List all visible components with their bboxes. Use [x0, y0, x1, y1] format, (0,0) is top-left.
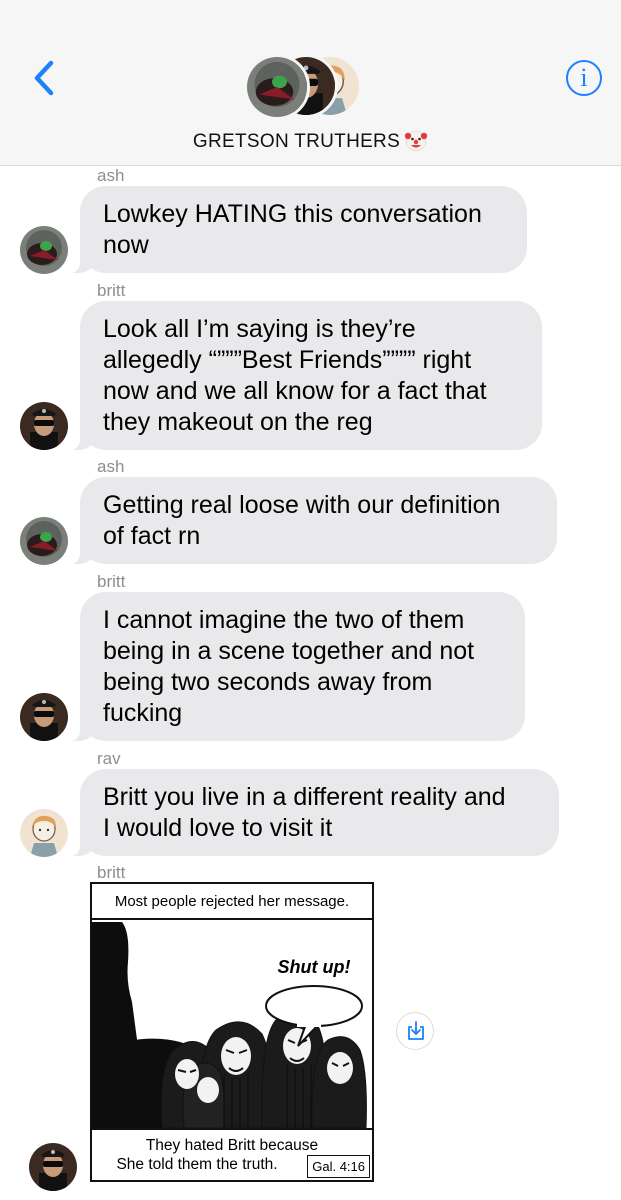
meme-speech-text: Shut up!	[277, 957, 351, 977]
sender-label: britt	[97, 281, 126, 300]
sender-label: ash	[97, 457, 125, 476]
message-bubble[interactable]: Lowkey HATING this conversation now	[70, 186, 527, 273]
sender-label: rav	[97, 749, 121, 768]
message-line: I cannot imagine the two of them	[103, 606, 465, 634]
message-line: Getting real loose with our definition	[103, 491, 501, 519]
group-member-avatar-ash	[244, 54, 310, 120]
message-line: now	[103, 231, 149, 259]
message-line: Lowkey HATING this conversation	[103, 200, 482, 228]
sender-label: britt	[97, 863, 126, 882]
clown-face-emoji-icon	[404, 130, 428, 152]
save-image-icon	[408, 1021, 424, 1040]
message-line: fucking	[103, 699, 183, 727]
avatar-ash[interactable]	[20, 226, 68, 274]
meme-top-caption: Most people rejected her message.	[92, 884, 372, 920]
meme-bottom-line-1: They hated Britt because	[145, 1137, 319, 1154]
group-avatar-stack[interactable]	[244, 52, 374, 122]
message-bubble[interactable]: Getting real loose with our definition o…	[70, 477, 557, 564]
chevron-left-icon	[34, 60, 54, 96]
avatar-britt[interactable]	[29, 1143, 77, 1191]
image-attachment[interactable]: Most people rejected her message. Shut u…	[90, 882, 374, 1182]
group-name[interactable]: GRETSON TRUTHERS	[0, 128, 621, 153]
conversation-header: i GRETSON TRUTHERS	[0, 0, 621, 166]
meme-bottom-caption: They hated Britt because She told them t…	[92, 1128, 372, 1180]
message-line: Look all I’m saying is they’re	[103, 315, 416, 343]
meme-reference: Gal. 4:16	[307, 1155, 370, 1178]
message-line: they makeout on the reg	[103, 408, 373, 436]
group-name-text: GRETSON TRUTHERS	[192, 131, 401, 152]
back-button[interactable]	[30, 58, 60, 98]
message-bubble[interactable]: Britt you live in a different reality an…	[70, 769, 559, 856]
message-line: Britt you live in a different reality an…	[103, 783, 506, 811]
info-icon: i	[580, 63, 588, 92]
avatar-ash[interactable]	[20, 517, 68, 565]
avatar-britt[interactable]	[20, 402, 68, 450]
message-line: allegedly “”””Best Friends”””” right	[103, 346, 472, 374]
save-image-button[interactable]	[396, 1012, 434, 1050]
sender-label: britt	[97, 572, 126, 591]
info-button[interactable]: i	[566, 60, 602, 96]
message-line: now and we all know for a fact that	[103, 377, 487, 405]
meme-illustration	[92, 922, 372, 1128]
message-line: being two seconds away from	[103, 668, 433, 696]
message-line: being in a scene together and not	[103, 637, 475, 665]
message-bubble[interactable]: Look all I’m saying is they’re allegedly…	[70, 301, 542, 450]
message-line: I would love to visit it	[103, 814, 333, 842]
message-line: of fact rn	[103, 522, 201, 550]
sender-label: ash	[97, 166, 125, 185]
message-bubble[interactable]: I cannot imagine the two of them being i…	[70, 592, 525, 741]
avatar-britt[interactable]	[20, 693, 68, 741]
avatar-rav[interactable]	[20, 809, 68, 857]
